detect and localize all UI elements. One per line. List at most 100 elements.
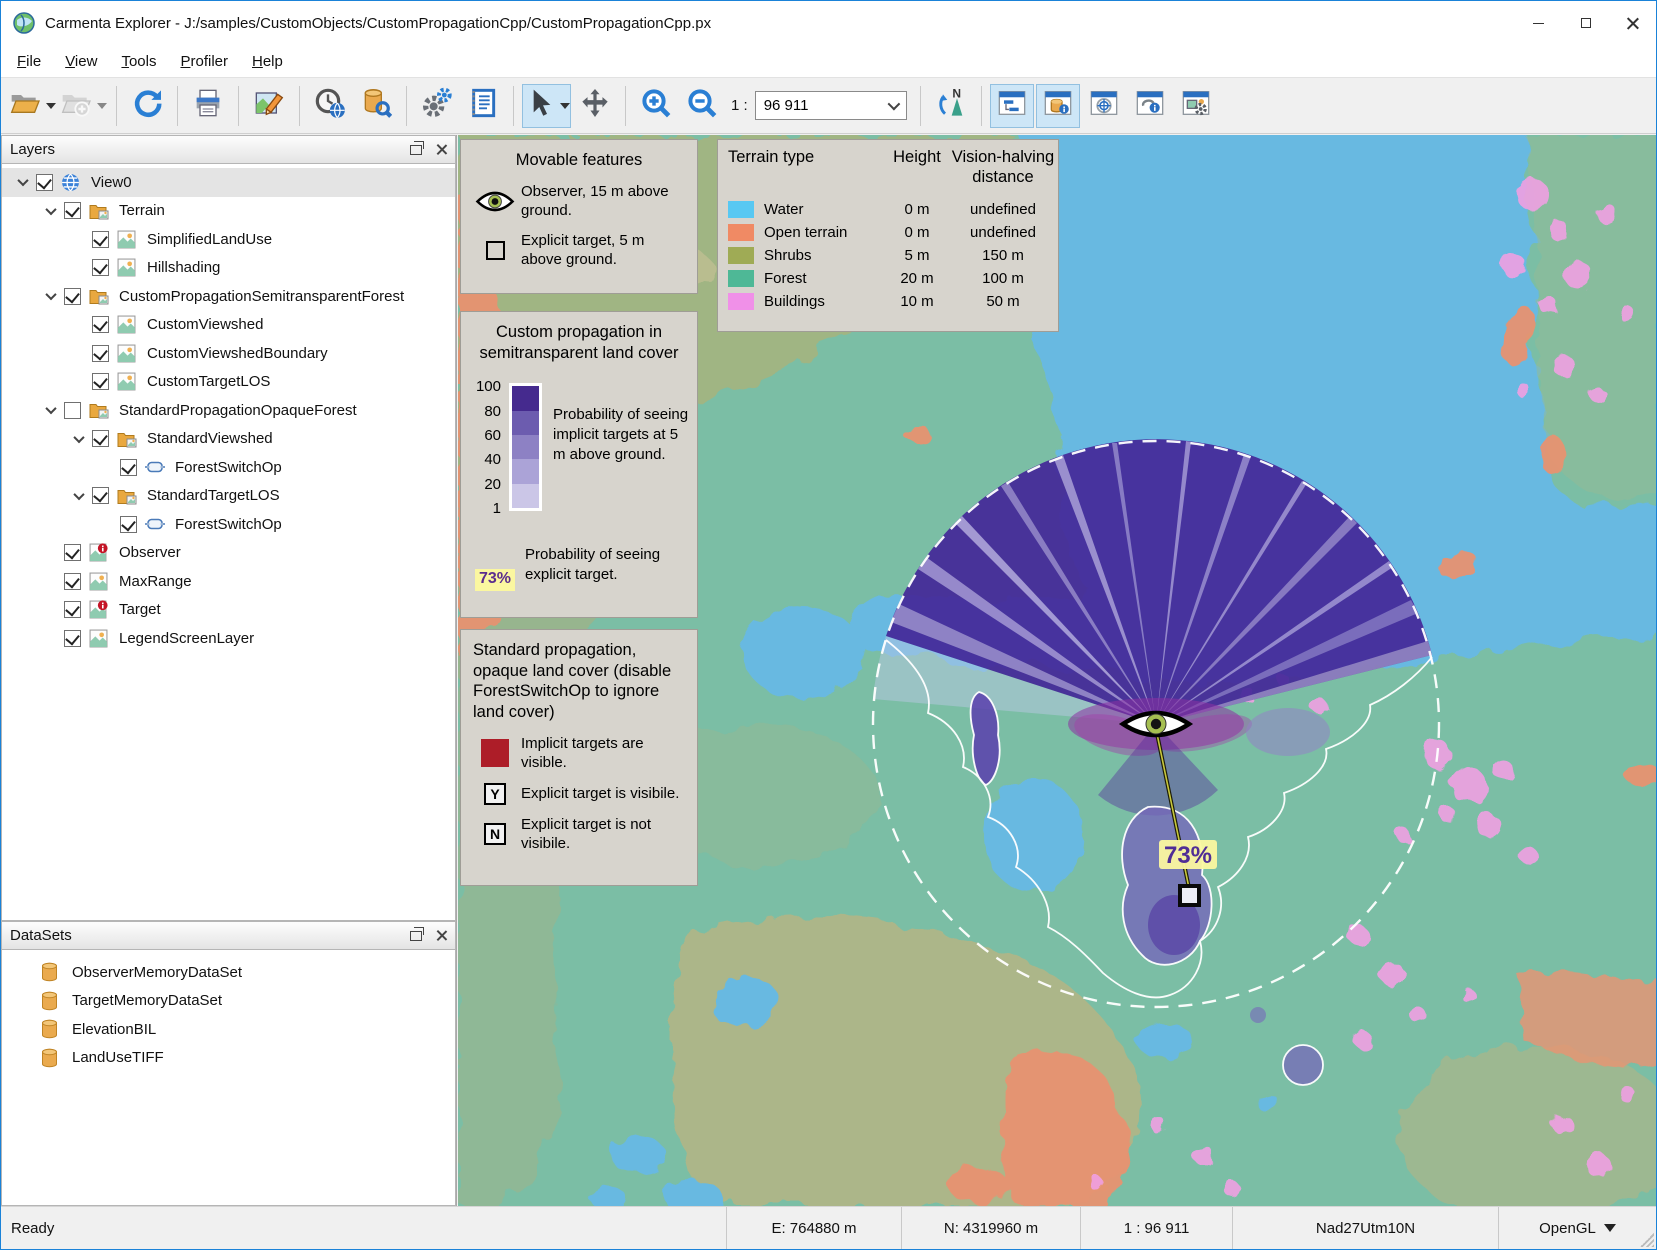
layer-tree-item-customtargetlos[interactable]: CustomTargetLOS [2,368,455,397]
refresh-button[interactable] [125,84,169,128]
layer-tree-item-standardpropagationopaqueforest[interactable]: StandardPropagationOpaqueForest [2,396,455,425]
settings-gears-button[interactable] [415,84,459,128]
probability-label: 73% [1159,840,1217,869]
layer-tree-item-maxrange[interactable]: MaxRange [2,567,455,596]
layer-checkbox[interactable] [92,259,109,276]
layer-checkbox[interactable] [64,630,81,647]
expander-icon[interactable] [10,178,36,186]
renderer-dropdown-icon[interactable] [1604,1224,1616,1232]
north-arrow-button[interactable]: N [929,84,973,128]
resize-grip[interactable] [1640,1233,1654,1247]
layer-tree-item-simplifiedlanduse[interactable]: SimplifiedLandUse [2,225,455,254]
dataset-item-observermemorydataset[interactable]: ObserverMemoryDataSet [2,958,455,987]
layer-checkbox[interactable] [64,544,81,561]
object-info-panel-button[interactable] [1128,84,1172,128]
layer-icon [117,229,139,249]
edit-map-button[interactable] [247,84,291,128]
layer-checkbox[interactable] [64,573,81,590]
layer-checkbox[interactable] [92,345,109,362]
layer-checkbox[interactable] [92,487,109,504]
layer-checkbox[interactable] [36,174,53,191]
layer-checkbox[interactable] [120,459,137,476]
layer-tree-item-target[interactable]: Target [2,596,455,625]
layer-tree-item-view0[interactable]: View0 [2,168,455,197]
layers-panel-title: Layers [10,141,55,158]
scale-combobox[interactable]: 96 911 [755,91,907,120]
layer-label: Hillshading [147,259,220,276]
dataset-item-landusetiff[interactable]: LandUseTIFF [2,1044,455,1073]
dataset-search-button[interactable] [354,84,398,128]
maximize-button[interactable] [1562,1,1609,45]
time-globe-button[interactable] [308,84,352,128]
layer-tree-item-customviewshed[interactable]: CustomViewshed [2,311,455,340]
layer-tree-item-customviewshedboundary[interactable]: CustomViewshedBoundary [2,339,455,368]
target-marker[interactable] [1180,886,1199,905]
layer-checkbox[interactable] [64,288,81,305]
dataset-item-elevationbil[interactable]: ElevationBIL [2,1015,455,1044]
dataset-item-targetmemorydataset[interactable]: TargetMemoryDataSet [2,987,455,1016]
layer-tree-item-custompropagationsemitransparentforest[interactable]: CustomPropagationSemitransparentForest [2,282,455,311]
map-view[interactable]: 73% Movable features Observer, 15 m abov… [458,135,1657,1206]
pan-button[interactable] [573,84,617,128]
expander-icon[interactable] [38,406,64,414]
view-settings-panel-button[interactable] [1174,84,1218,128]
select-arrow-button[interactable] [522,84,571,128]
open-folder-button[interactable] [8,84,57,128]
expander-icon[interactable] [66,492,92,500]
toolbar-separator [981,86,982,126]
float-panel-icon[interactable] [410,145,422,155]
report-button[interactable] [461,84,505,128]
datasets-panel-button[interactable] [1036,84,1080,128]
expander-icon[interactable] [38,292,64,300]
legend-title: Standard propagation, opaque land cover … [461,630,697,729]
layer-checkbox[interactable] [64,402,81,419]
layer-checkbox[interactable] [64,601,81,618]
layer-checkbox[interactable] [92,316,109,333]
layer-tree-item-forestswitchop[interactable]: ForestSwitchOp [2,453,455,482]
layers-panel-button[interactable] [990,84,1034,128]
layer-tree-item-hillshading[interactable]: Hillshading [2,254,455,283]
float-panel-icon[interactable] [410,931,422,941]
dropdown-caret-icon[interactable] [46,103,56,109]
terrain-row-height: 0 m [886,221,948,244]
menu-item-profiler[interactable]: Profiler [168,48,240,75]
status-cell-5[interactable]: OpenGL [1499,1207,1656,1249]
layer-checkbox[interactable] [92,373,109,390]
menu-item-file[interactable]: File [5,48,53,75]
layer-checkbox[interactable] [92,231,109,248]
menu-item-view[interactable]: View [53,48,109,75]
legend-custom-propagation: Custom propagation in semitransparent la… [460,311,698,618]
layer-checkbox[interactable] [120,516,137,533]
globe-panel-button[interactable] [1082,84,1126,128]
terrain-row-height: 0 m [886,198,948,221]
close-button[interactable] [1609,1,1656,45]
menu-item-help[interactable]: Help [240,48,295,75]
dropdown-caret-icon[interactable] [97,103,107,109]
print-button[interactable] [186,84,230,128]
minimize-button[interactable] [1515,1,1562,45]
zoom-in-button[interactable] [634,84,678,128]
layer-tree-item-legendscreenlayer[interactable]: LegendScreenLayer [2,624,455,653]
dropdown-caret-icon[interactable] [560,103,570,109]
close-panel-icon[interactable] [436,144,447,155]
layerset-icon [117,486,139,506]
layer-tree-item-standardtargetlos[interactable]: StandardTargetLOS [2,482,455,511]
scale-prefix-label: 1 : [731,97,748,114]
layer-checkbox[interactable] [92,430,109,447]
expander-icon[interactable] [38,207,64,215]
layer-icon [89,628,111,648]
close-panel-icon[interactable] [436,930,447,941]
layerset-icon [117,429,139,449]
layer-checkbox[interactable] [64,202,81,219]
chevron-down-icon[interactable] [887,98,900,111]
layer-tree-item-forestswitchop[interactable]: ForestSwitchOp [2,510,455,539]
new-folder-button[interactable] [59,84,108,128]
menu-item-tools[interactable]: Tools [109,48,168,75]
legend-row: Explicit target, 5 m above ground. [461,226,697,275]
expander-icon[interactable] [66,435,92,443]
zoom-out-button[interactable] [680,84,724,128]
layer-tree-item-standardviewshed[interactable]: StandardViewshed [2,425,455,454]
layer-tree-item-observer[interactable]: Observer [2,539,455,568]
observer-marker[interactable] [1123,713,1189,735]
layer-tree-item-terrain[interactable]: Terrain [2,197,455,226]
